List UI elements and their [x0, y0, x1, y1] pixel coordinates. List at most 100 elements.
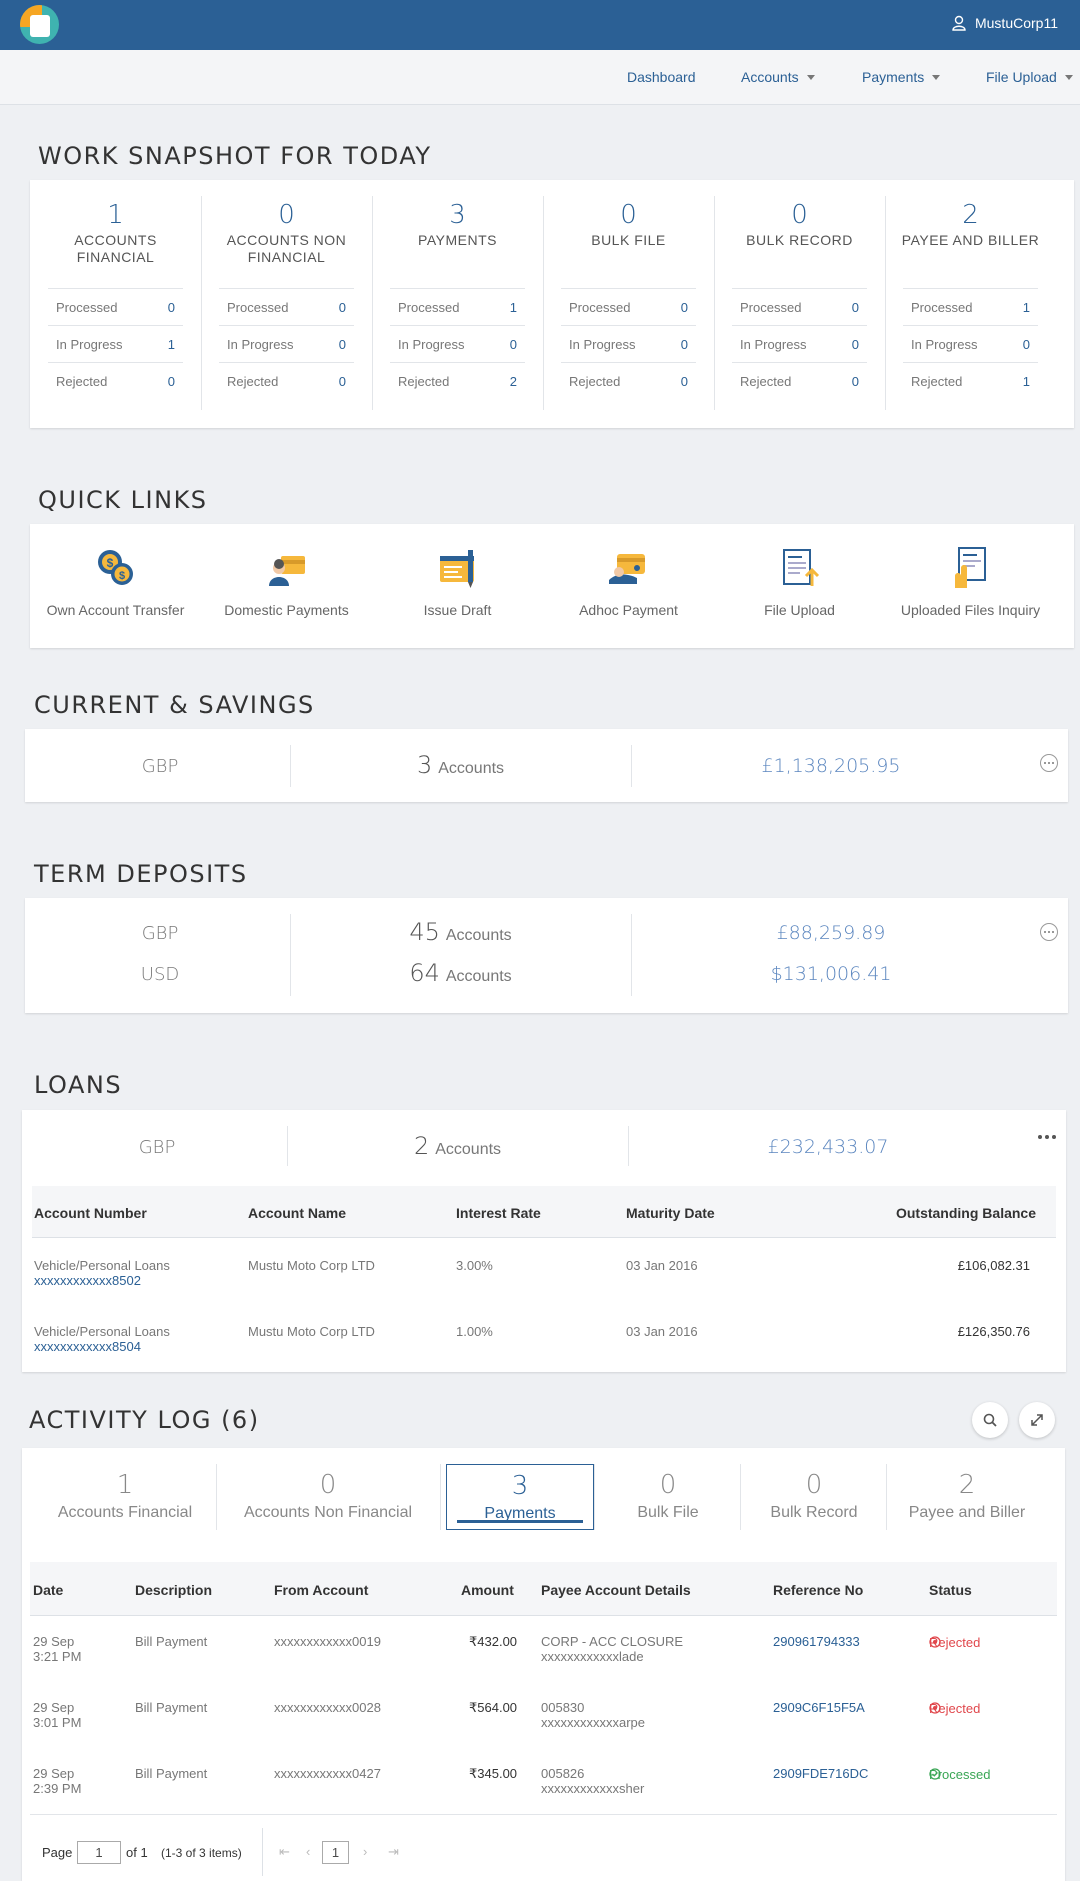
reference-link[interactable]: 2909C6F15F5A [773, 1700, 865, 1715]
table-row[interactable]: Vehicle/Personal Loans xxxxxxxxxxxx8504 … [32, 1324, 1056, 1364]
snapshot-column[interactable]: 1 ACCOUNTS FINANCIAL Processed 0 In Progr… [30, 180, 201, 410]
snapshot-row-rejected[interactable]: Rejected 0 [219, 362, 354, 399]
last-page-icon[interactable]: ⇥ [388, 1844, 399, 1860]
previous-page-icon[interactable]: ‹ [306, 1844, 310, 1859]
term-deposit-row[interactable]: GBP 45 Accounts £88,259.89 [25, 918, 1068, 958]
loan-type: Vehicle/Personal Loans [34, 1258, 170, 1273]
snapshot-column[interactable]: 0 BULK RECORD Processed 0 In Progress 0 Re… [714, 180, 885, 410]
snapshot-row-in-progress[interactable]: In Progress 0 [219, 325, 354, 362]
snapshot-label: ACCOUNTS FINANCIAL [74, 232, 157, 265]
quick-link-uploaded-files-inquiry[interactable]: Uploaded Files Inquiry [885, 524, 1056, 649]
row-label: Rejected [227, 373, 279, 389]
column-header: From Account [274, 1582, 369, 1598]
snapshot-row-in-progress[interactable]: In Progress 1 [48, 325, 183, 362]
snapshot-row-processed[interactable]: Processed 0 [48, 288, 183, 325]
snapshot-row-processed[interactable]: Processed 0 [219, 288, 354, 325]
snapshot-count: 0 [620, 200, 637, 230]
row-label: Processed [740, 299, 802, 315]
current-savings-row[interactable]: GBP 3 Accounts £1,138,205.95 [25, 751, 1068, 791]
snapshot-row-rejected[interactable]: Rejected 0 [561, 362, 696, 399]
nav-accounts[interactable]: Accounts [741, 69, 815, 85]
snapshot-row-rejected[interactable]: Rejected 1 [903, 362, 1038, 399]
snapshot-label: BULK RECORD [746, 232, 853, 248]
activity-tab[interactable]: 0 Bulk Record [746, 1464, 882, 1530]
row-value: 0 [851, 336, 859, 352]
more-options-icon[interactable] [1040, 923, 1058, 941]
snapshot-column[interactable]: 2 PAYEE AND BILLER Processed 1 In Progres… [885, 180, 1056, 410]
loans-table-header: Account Number Account Name Interest Rat… [32, 1186, 1056, 1238]
table-row[interactable]: 29 Sep 3:01 PM Bill Payment xxxxxxxxxxxx… [30, 1700, 1057, 1742]
currency: USD [140, 964, 180, 985]
more-options-icon[interactable] [1040, 754, 1058, 772]
term-deposit-row[interactable]: USD 64 Accounts $131,006.41 [25, 959, 1068, 999]
nav-bar: Dashboard Accounts Payments File Upload [0, 50, 1080, 105]
row-value: 0 [851, 299, 859, 315]
loans-summary-row[interactable]: GBP 2 Accounts £232,433.07 [22, 1132, 1066, 1172]
more-options-icon[interactable] [1038, 1135, 1056, 1139]
user-menu[interactable]: MustuCorp11 [951, 15, 1058, 31]
nav-dashboard[interactable]: Dashboard [627, 69, 696, 85]
snapshot-column[interactable]: 3 PAYMENTS Processed 1 In Progress 0 Rejec… [372, 180, 543, 410]
account-number-link[interactable]: xxxxxxxxxxxx8502 [34, 1273, 141, 1288]
tab-count: 0 [319, 1470, 337, 1500]
snapshot-row-processed[interactable]: Processed 1 [903, 288, 1038, 325]
quick-link-own-account-transfer[interactable]: $ $ Own Account Transfer [30, 524, 201, 649]
snapshot-row-rejected[interactable]: Rejected 0 [732, 362, 867, 399]
page-input[interactable]: 1 [77, 1841, 121, 1864]
snapshot-label: ACCOUNTS NON FINANCIAL [226, 232, 347, 265]
row-label: Processed [398, 299, 460, 315]
next-page-icon[interactable]: › [363, 1844, 367, 1859]
quick-link-file-upload[interactable]: File Upload [714, 524, 885, 649]
activity-tab[interactable]: 1 Accounts Financial [42, 1464, 208, 1530]
quick-link-adhoc-payment[interactable]: Adhoc Payment [543, 524, 714, 649]
table-row[interactable]: 29 Sep 3:21 PM Bill Payment xxxxxxxxxxxx… [30, 1634, 1057, 1676]
search-button[interactable] [972, 1402, 1008, 1438]
row-label: Rejected [740, 373, 792, 389]
maturity-date: 03 Jan 2016 [626, 1258, 698, 1273]
balance-amount[interactable]: £1,138,205.95 [631, 755, 1031, 777]
snapshot-row-in-progress[interactable]: In Progress 0 [903, 325, 1038, 362]
nav-file-upload[interactable]: File Upload [986, 69, 1073, 85]
payee-account: xxxxxxxxxxxxlade [541, 1649, 644, 1664]
snapshot-row-processed[interactable]: Processed 1 [390, 288, 525, 325]
activity-description: Bill Payment [135, 1700, 208, 1715]
quick-link-issue-draft[interactable]: Issue Draft [372, 524, 543, 649]
reference-link[interactable]: 290961794333 [773, 1634, 860, 1649]
quick-link-label: Uploaded Files Inquiry [900, 602, 1041, 618]
reference-link[interactable]: 2909FDE716DC [773, 1766, 868, 1781]
snapshot-count: 0 [278, 200, 295, 230]
logo[interactable] [20, 5, 59, 44]
snapshot-row-in-progress[interactable]: In Progress 0 [561, 325, 696, 362]
activity-tab[interactable]: 0 Accounts Non Financial [222, 1464, 434, 1530]
balance-amount[interactable]: $131,006.41 [631, 963, 1031, 985]
table-row[interactable]: 29 Sep 2:39 PM Bill Payment xxxxxxxxxxxx… [30, 1766, 1057, 1808]
balance-amount[interactable]: £232,433.07 [628, 1136, 1028, 1158]
activity-tab[interactable]: 2 Payee and Biller [892, 1464, 1042, 1530]
snapshot-row-processed[interactable]: Processed 0 [561, 288, 696, 325]
nav-payments[interactable]: Payments [862, 69, 941, 85]
snapshot-row-processed[interactable]: Processed 0 [732, 288, 867, 325]
balance-amount[interactable]: £88,259.89 [631, 922, 1031, 944]
snapshot-column[interactable]: 0 ACCOUNTS NON FINANCIAL Processed 0 In P… [201, 180, 372, 410]
activity-tab[interactable]: 3 Payments [446, 1464, 594, 1530]
activity-tab[interactable]: 0 Bulk File [600, 1464, 736, 1530]
account-number-link[interactable]: xxxxxxxxxxxx8504 [34, 1339, 141, 1354]
quick-link-domestic-payments[interactable]: Domestic Payments [201, 524, 372, 649]
current-page-button[interactable]: 1 [322, 1841, 349, 1864]
row-label: Processed [911, 299, 973, 315]
row-value: 0 [167, 373, 175, 389]
row-label: Processed [569, 299, 631, 315]
snapshot-row-in-progress[interactable]: In Progress 0 [732, 325, 867, 362]
quick-links-title: QUICK LINKS [38, 486, 208, 514]
column-header: Date [33, 1582, 64, 1598]
expand-button[interactable] [1019, 1402, 1055, 1438]
table-row[interactable]: Vehicle/Personal Loans xxxxxxxxxxxx8502 … [32, 1258, 1056, 1298]
snapshot-row-rejected[interactable]: Rejected 0 [48, 362, 183, 399]
first-page-icon[interactable]: ⇤ [279, 1844, 290, 1860]
snapshot-row-in-progress[interactable]: In Progress 0 [390, 325, 525, 362]
snapshot-column[interactable]: 0 BULK FILE Processed 0 In Progress 0 Reje… [543, 180, 714, 410]
column-header: Payee Account Details [541, 1582, 691, 1598]
snapshot-row-rejected[interactable]: Rejected 2 [390, 362, 525, 399]
snapshot-count: 2 [962, 200, 979, 230]
row-value: 1 [167, 336, 175, 352]
